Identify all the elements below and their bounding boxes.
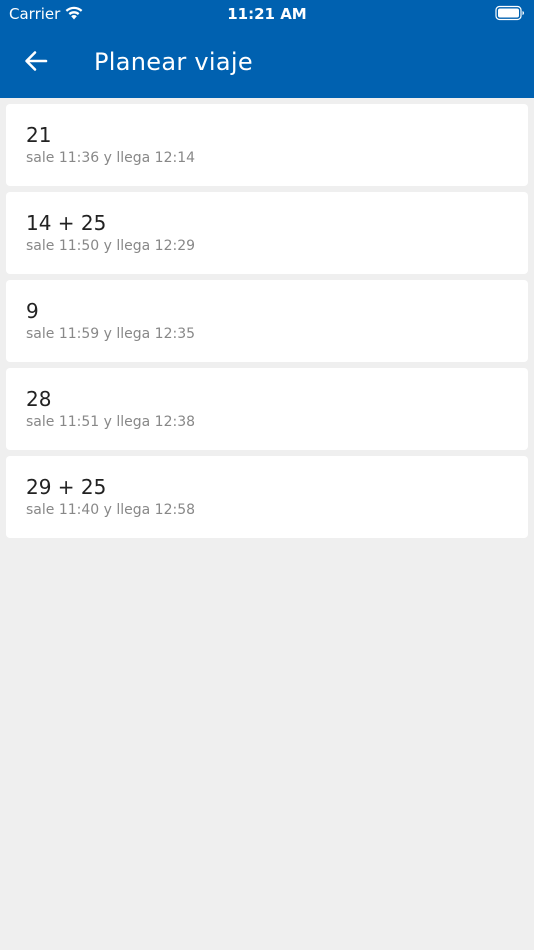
route-times: sale 11:40 y llega 12:58 <box>26 502 196 518</box>
page-title: Planear viaje <box>94 48 253 76</box>
route-list: 21 sale 11:36 y llega 12:14 14 + 25 sale… <box>6 104 528 544</box>
status-time: 11:21 AM <box>227 5 307 23</box>
route-number: 9 <box>26 299 39 323</box>
route-number: 14 + 25 <box>26 211 107 235</box>
route-number: 21 <box>26 123 52 147</box>
route-card[interactable]: 21 sale 11:36 y llega 12:14 <box>6 104 528 186</box>
route-card[interactable]: 28 sale 11:51 y llega 12:38 <box>6 368 528 450</box>
route-times: sale 11:36 y llega 12:14 <box>26 150 196 166</box>
route-times: sale 11:59 y llega 12:35 <box>26 326 196 342</box>
battery-icon <box>495 5 525 21</box>
back-button[interactable] <box>14 44 58 82</box>
route-times: sale 11:51 y llega 12:38 <box>26 414 196 430</box>
app-header: Carrier 11:21 AM Planear viaje <box>0 0 534 98</box>
arrow-left-icon <box>24 50 48 76</box>
route-number: 29 + 25 <box>26 475 107 499</box>
route-number: 28 <box>26 387 52 411</box>
route-card[interactable]: 29 + 25 sale 11:40 y llega 12:58 <box>6 456 528 538</box>
route-times: sale 11:50 y llega 12:29 <box>26 238 196 254</box>
route-card[interactable]: 9 sale 11:59 y llega 12:35 <box>6 280 528 362</box>
route-card[interactable]: 14 + 25 sale 11:50 y llega 12:29 <box>6 192 528 274</box>
status-bar: Carrier 11:21 AM <box>0 0 534 28</box>
